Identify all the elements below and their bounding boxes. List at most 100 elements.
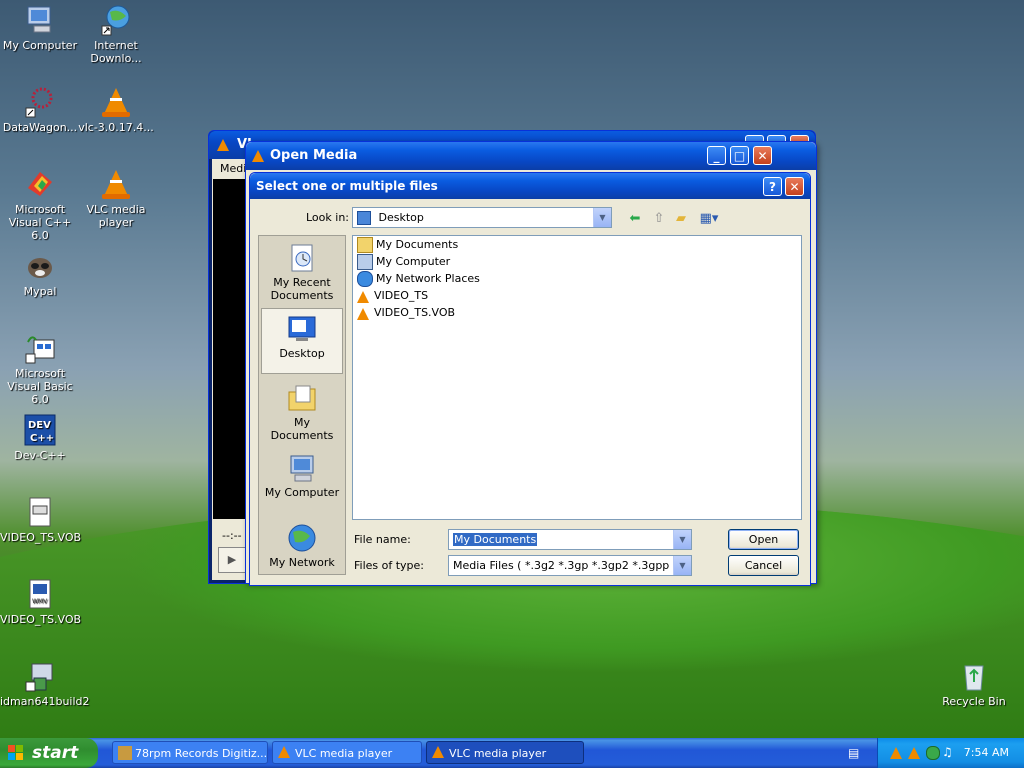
- minimize-button[interactable]: _: [707, 146, 726, 165]
- file-name: VIDEO_TS: [374, 289, 429, 302]
- file-list[interactable]: My Documents My Computer My Network Plac…: [352, 235, 802, 520]
- place-my-documents[interactable]: My Documents: [261, 378, 343, 444]
- desktop-icon-recycle-bin[interactable]: Recycle Bin: [934, 660, 1014, 708]
- task-label: VLC media player: [295, 747, 393, 760]
- desktop-icon-dev-cpp[interactable]: DEV C++ Dev-C++: [0, 414, 80, 462]
- desktop-icon-label: Mypal: [23, 285, 57, 298]
- desktop-icon-label: My Computer: [2, 39, 78, 52]
- my-computer-icon: [357, 254, 373, 270]
- chevron-down-icon[interactable]: ▼: [673, 530, 691, 549]
- desktop-icon-label: vlc-3.0.17.4...: [78, 121, 154, 134]
- play-button[interactable]: ▶: [218, 547, 246, 573]
- visual-basic-icon: [24, 332, 56, 364]
- desktop-icon-visual-cpp[interactable]: Microsoft Visual C++ 6.0: [0, 168, 80, 242]
- desktop-icon-vlc-installer[interactable]: vlc-3.0.17.4...: [76, 86, 156, 134]
- back-button[interactable]: ⬅: [626, 210, 644, 228]
- chevron-down-icon[interactable]: ▼: [673, 556, 691, 575]
- desktop-icon-visual-basic[interactable]: Microsoft Visual Basic 6.0: [0, 332, 80, 406]
- task-label: 78rpm Records Digitiz...: [135, 747, 268, 760]
- vlc-tray-icon[interactable]: [908, 747, 920, 759]
- up-folder-button[interactable]: ⇧: [650, 210, 668, 228]
- desktop-icon-idman-installer[interactable]: idman641build2: [0, 660, 90, 708]
- place-label: My Documents: [270, 416, 334, 442]
- desktop-icon-label: VIDEO_TS.VOB: [0, 613, 82, 626]
- recycle-bin-icon: [958, 660, 990, 692]
- maximize-button[interactable]: □: [730, 146, 749, 165]
- place-my-computer[interactable]: My Computer: [261, 448, 343, 514]
- file-name: My Network Places: [376, 272, 480, 285]
- dialog-title-bar[interactable]: Select one or multiple files ? ✕: [250, 173, 810, 199]
- look-in-dropdown[interactable]: Desktop ▼: [352, 207, 612, 228]
- video-file-icon: [24, 496, 56, 528]
- taskbar-item-vlc-1[interactable]: VLC media player: [272, 741, 422, 764]
- look-in-label: Look in:: [306, 211, 349, 224]
- clock[interactable]: 7:54 AM: [964, 738, 1009, 768]
- vlc-cone-icon: [252, 150, 264, 162]
- vlc-cone-icon: [100, 86, 132, 118]
- desktop-icon-label: VIDEO_TS.VOB: [0, 531, 82, 544]
- dialog-title: Select one or multiple files: [256, 179, 438, 193]
- start-button[interactable]: start: [0, 738, 98, 768]
- file-name-value: My Documents: [453, 533, 538, 546]
- list-item[interactable]: My Documents: [357, 237, 458, 253]
- svg-text:DEV: DEV: [28, 420, 51, 431]
- views-menu-button[interactable]: ▦▾: [698, 210, 720, 228]
- network-tray-icon[interactable]: [926, 746, 940, 760]
- file-name-label: File name:: [354, 533, 411, 546]
- new-folder-button[interactable]: ▰: [672, 210, 690, 228]
- close-button[interactable]: ✕: [785, 177, 804, 196]
- start-label: start: [32, 743, 79, 763]
- desktop-icon-mypal[interactable]: Mypal: [0, 250, 80, 298]
- help-button[interactable]: ?: [763, 177, 782, 196]
- list-item[interactable]: My Computer: [357, 254, 450, 270]
- file-type-label: Files of type:: [354, 559, 425, 572]
- file-name: My Computer: [376, 255, 451, 268]
- my-documents-icon: [357, 237, 373, 253]
- vlc-tray-icon[interactable]: [890, 747, 902, 759]
- system-tray: ♫ 7:54 AM: [877, 738, 1024, 768]
- globe-download-icon: [100, 4, 132, 36]
- place-desktop[interactable]: Desktop: [261, 308, 343, 374]
- time-display: --:--: [222, 529, 242, 542]
- list-item[interactable]: VIDEO_TS.VOB: [357, 305, 455, 321]
- file-type-dropdown[interactable]: Media Files ( *.3g2 *.3gp *.3gp2 *.3gpp …: [448, 555, 692, 576]
- place-my-network[interactable]: My Network: [261, 518, 343, 584]
- desktop-icon-internet-download-manager[interactable]: Internet Downlo...: [76, 4, 156, 65]
- open-button[interactable]: Open: [728, 529, 799, 550]
- desktop-icon-datawagon[interactable]: DataWagon...: [0, 86, 80, 134]
- place-label: My Network: [269, 556, 335, 569]
- file-name-input[interactable]: My Documents ▼: [448, 529, 692, 550]
- visual-cpp-icon: [24, 168, 56, 200]
- vlc-cone-icon: [432, 746, 444, 758]
- keyboard-icon[interactable]: ▤: [848, 746, 859, 760]
- cancel-button[interactable]: Cancel: [728, 555, 799, 576]
- desktop-icon-vlc-media-player[interactable]: VLC media player: [76, 168, 156, 229]
- desktop-icon-label: Internet Downlo...: [90, 39, 142, 65]
- chevron-down-icon[interactable]: ▼: [593, 208, 611, 227]
- taskbar-item-vlc-2[interactable]: VLC media player: [426, 741, 584, 764]
- desktop-icon-video-ts-vob-2[interactable]: WMV VIDEO_TS.VOB: [0, 578, 82, 626]
- desktop-icon-label: idman641build2: [0, 695, 90, 708]
- my-computer-icon: [286, 452, 318, 484]
- list-item[interactable]: VIDEO_TS: [357, 288, 428, 304]
- vlc-file-icon: [357, 306, 371, 320]
- open-media-title-bar[interactable]: Open Media _ □ ✕: [246, 142, 816, 170]
- wmv-file-icon: WMV: [24, 578, 56, 610]
- desktop-place-icon: [286, 313, 318, 345]
- network-globe-icon: [286, 522, 318, 554]
- place-my-recent-documents[interactable]: My Recent Documents: [261, 238, 343, 304]
- datawagon-icon: [24, 86, 56, 118]
- taskbar-item-78rpm[interactable]: 78rpm Records Digitiz...: [112, 741, 268, 764]
- windows-flag-icon: [8, 745, 23, 760]
- desktop-icon: [357, 211, 371, 225]
- vlc-cone-icon: [217, 139, 229, 151]
- file-type-value: Media Files ( *.3g2 *.3gp *.3gp2 *.3gpp …: [453, 559, 692, 572]
- speaker-tray-icon[interactable]: ♫: [942, 745, 953, 759]
- list-item[interactable]: My Network Places: [357, 271, 480, 287]
- place-label: My Computer: [264, 486, 340, 499]
- close-button[interactable]: ✕: [753, 146, 772, 165]
- desktop-icon-video-ts-vob-1[interactable]: VIDEO_TS.VOB: [0, 496, 82, 544]
- places-bar: My Recent Documents Desktop My Documents…: [258, 235, 346, 575]
- look-in-value: Desktop: [378, 211, 424, 224]
- desktop-icon-my-computer[interactable]: My Computer: [0, 4, 80, 52]
